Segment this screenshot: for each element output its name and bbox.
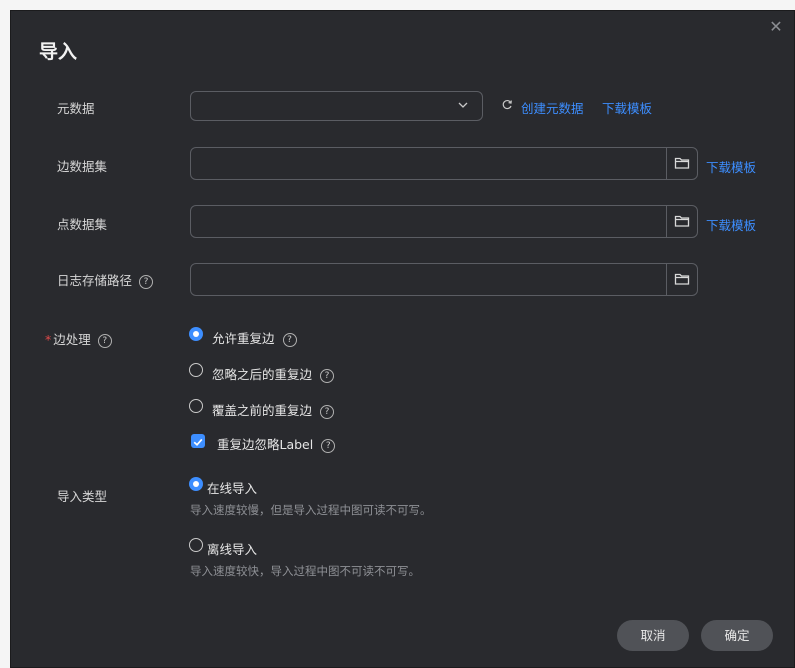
confirm-button[interactable]: 确定: [701, 620, 773, 651]
help-icon[interactable]: ?: [282, 332, 297, 347]
vertex-download-template-link[interactable]: 下载模板: [706, 215, 756, 234]
folder-icon[interactable]: [674, 156, 690, 170]
edge-dataset-input[interactable]: [190, 147, 698, 180]
edge-download-template-link[interactable]: 下载模板: [706, 157, 756, 176]
metadata-select[interactable]: [190, 91, 483, 121]
help-icon[interactable]: ?: [139, 274, 154, 289]
input-separator: [666, 148, 667, 179]
folder-icon[interactable]: [674, 272, 690, 286]
offline-import-label: 离线导入: [207, 542, 258, 557]
folder-icon[interactable]: [674, 214, 690, 228]
offline-import-hint: 导入速度较快，导入过程中图不可读不可写。: [190, 564, 420, 578]
import-dialog: ✕ 导入 元数据 创建元数据 下载模板 边数据集 下载模板 点数据集 下载模板 …: [10, 10, 795, 668]
option-label: 覆盖之前的重复边: [212, 403, 313, 418]
input-separator: [666, 206, 667, 237]
help-icon[interactable]: ?: [321, 438, 336, 453]
edge-handling-label-text: 边处理: [53, 332, 91, 347]
help-icon[interactable]: ?: [320, 368, 335, 383]
metadata-label: 元数据: [57, 101, 95, 116]
required-mark: *: [45, 332, 52, 347]
log-path-label-text: 日志存储路径: [57, 273, 133, 288]
option-label: 忽略之后的重复边: [212, 367, 313, 382]
option-ignore-later-duplicates: 忽略之后的重复边?: [212, 364, 335, 383]
input-separator: [666, 264, 667, 295]
vertex-dataset-input[interactable]: [190, 205, 698, 238]
radio-allow-duplicate-edges[interactable]: [189, 327, 203, 341]
radio-ignore-later-duplicates[interactable]: [189, 363, 203, 377]
radio-online-import[interactable]: [189, 477, 203, 491]
edge-handling-label: * 边处理?: [45, 329, 112, 348]
log-path-input[interactable]: [190, 263, 698, 296]
edge-dataset-label: 边数据集: [57, 159, 108, 174]
log-path-label: 日志存储路径?: [57, 270, 154, 289]
import-type-label: 导入类型: [57, 489, 108, 504]
create-metadata-link[interactable]: 创建元数据: [521, 98, 584, 117]
close-icon[interactable]: ✕: [768, 19, 784, 35]
refresh-icon[interactable]: [501, 99, 513, 111]
vertex-dataset-label: 点数据集: [57, 217, 108, 232]
online-import-hint: 导入速度较慢，但是导入过程中图可读不可写。: [190, 503, 432, 517]
chevron-down-icon: [458, 102, 468, 108]
radio-offline-import[interactable]: [189, 538, 203, 552]
dialog-title: 导入: [39, 41, 78, 63]
help-icon[interactable]: ?: [320, 404, 335, 419]
option-allow-duplicate-edges: 允许重复边?: [212, 328, 297, 347]
online-import-label: 在线导入: [207, 481, 258, 496]
checkbox-label: 重复边忽略Label: [217, 437, 314, 452]
cancel-button[interactable]: 取消: [617, 620, 689, 651]
option-label: 允许重复边: [212, 331, 275, 346]
radio-overwrite-earlier-duplicates[interactable]: [189, 399, 203, 413]
ignore-label-option: 重复边忽略Label?: [217, 434, 336, 453]
option-overwrite-earlier-duplicates: 覆盖之前的重复边?: [212, 400, 335, 419]
metadata-download-template-link[interactable]: 下载模板: [602, 98, 652, 117]
checkmark-icon: [193, 438, 203, 447]
ignore-label-checkbox[interactable]: [191, 434, 205, 448]
help-icon[interactable]: ?: [97, 333, 112, 348]
